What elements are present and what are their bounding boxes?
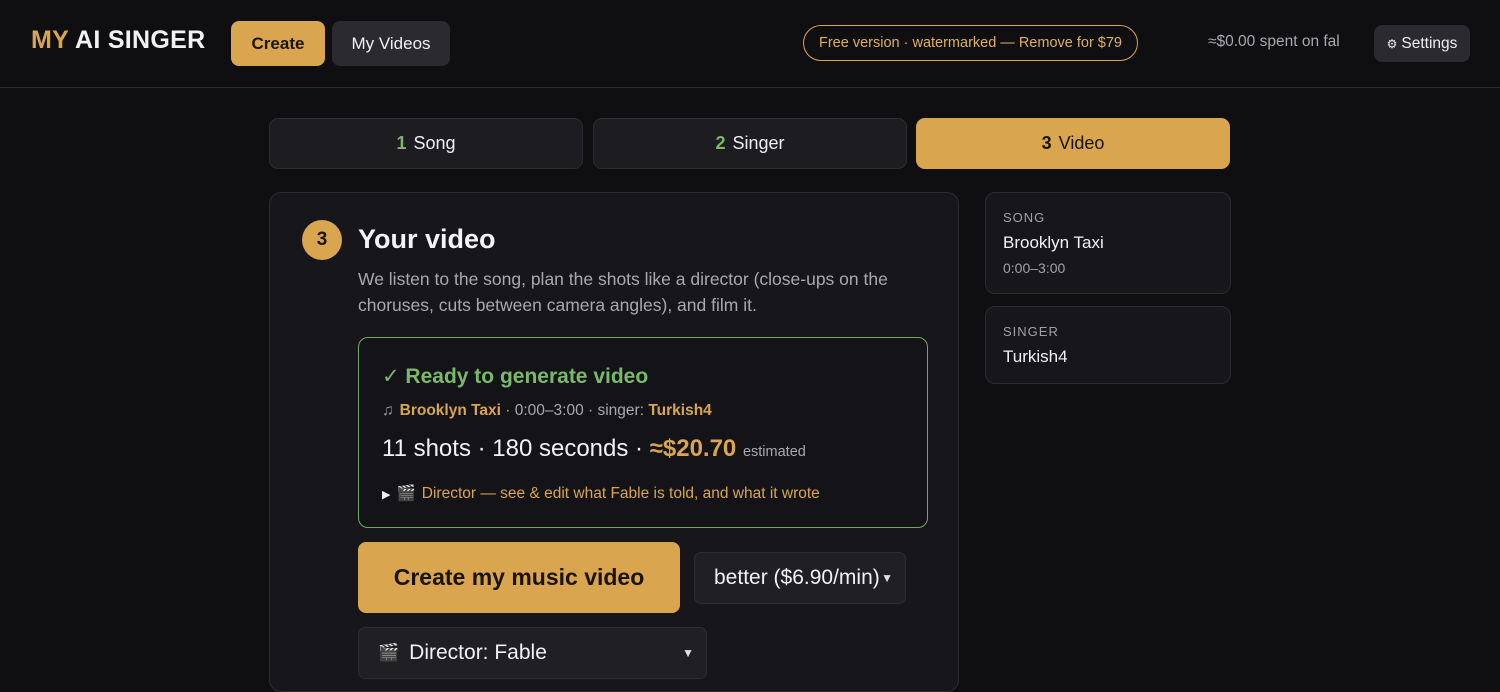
step-number: 1 (396, 133, 407, 153)
quality-selected-value: better ($6.90/min) (714, 566, 880, 589)
gear-icon: ⚙ (1386, 36, 1398, 51)
singer-card-label: SINGER (1003, 324, 1059, 339)
estimated-label: estimated (742, 444, 806, 460)
step-label: Song (413, 133, 456, 153)
director-toggle-label: Director — see & edit what Fable is told… (421, 485, 820, 502)
logo-accent: MY (31, 26, 69, 54)
ready-summary-box: ✓ Ready to generate video ♫ Brooklyn Taxi… (358, 337, 928, 528)
step-number: 3 (1041, 133, 1052, 153)
video-stats-line: 11 shots · 180 seconds · ≈$20.70 estimat… (382, 435, 806, 463)
step-label: Singer (732, 133, 785, 153)
settings-button[interactable]: ⚙ Settings (1374, 25, 1470, 62)
chevron-down-icon: ▼ (682, 646, 694, 660)
song-card-range: 0:00–3:00 (1003, 260, 1066, 276)
step-tab-song[interactable]: 1 Song (269, 118, 583, 169)
singer-summary-card: SINGER Turkish4 (985, 306, 1231, 384)
song-summary-card: SONG Brooklyn Taxi 0:00–3:00 (985, 192, 1231, 294)
director-details-toggle[interactable]: ▶ 🎬 Director — see & edit what Fable is to… (382, 484, 820, 503)
top-bar: MY AI SINGER Create My Videos Free versi… (0, 0, 1500, 88)
song-summary-line: ♫ Brooklyn Taxi · 0:00–3:00 · singer: Tur… (382, 402, 712, 420)
clapperboard-icon: 🎬 (378, 643, 400, 662)
shots-duration-text: 11 shots · 180 seconds · (382, 435, 650, 462)
step-tab-singer[interactable]: 2 Singer (593, 118, 907, 169)
song-card-value: Brooklyn Taxi (1003, 233, 1104, 252)
step-tab-video[interactable]: 3 Video (916, 118, 1230, 169)
quality-select[interactable]: better ($6.90/min) ▼ (694, 552, 906, 604)
app-logo[interactable]: MY AI SINGER (31, 26, 205, 55)
spent-readout: ≈$0.00 spent on fal (1208, 33, 1340, 50)
chevron-down-icon: ▼ (881, 571, 893, 585)
song-name: Brooklyn Taxi (399, 402, 501, 419)
page-title: Your video (358, 224, 496, 254)
nav-create-button[interactable]: Create (231, 21, 325, 66)
step-description: We listen to the song, plan the shots li… (358, 269, 888, 315)
director-select[interactable]: 🎬 Director: Fable ▼ (358, 627, 707, 679)
clapperboard-icon: 🎬 (396, 485, 416, 502)
video-step-card: 3 Your video We listen to the song, plan… (269, 192, 959, 692)
singer-card-value: Turkish4 (1003, 347, 1068, 366)
logo-text: AI SINGER (74, 26, 206, 54)
step-label: Video (1058, 133, 1105, 153)
singer-name: Turkish4 (648, 402, 712, 419)
step-number: 2 (715, 133, 726, 153)
song-card-label: SONG (1003, 210, 1046, 225)
remove-watermark-button[interactable]: Free version · watermarked — Remove for … (803, 25, 1138, 61)
music-note-icon: ♫ (382, 402, 394, 419)
settings-label: Settings (1401, 34, 1458, 52)
director-selected-value: Director: Fable (409, 641, 547, 664)
cost-estimate: ≈$20.70 (649, 435, 737, 462)
create-music-video-button[interactable]: Create my music video (358, 542, 680, 613)
disclosure-triangle-icon: ▶ (382, 489, 391, 501)
ready-title: ✓ Ready to generate video (382, 365, 649, 388)
song-range-text: · 0:00–3:00 · singer: (500, 402, 649, 419)
nav-my-videos-button[interactable]: My Videos (332, 21, 450, 66)
step-number-badge: 3 (302, 220, 342, 260)
